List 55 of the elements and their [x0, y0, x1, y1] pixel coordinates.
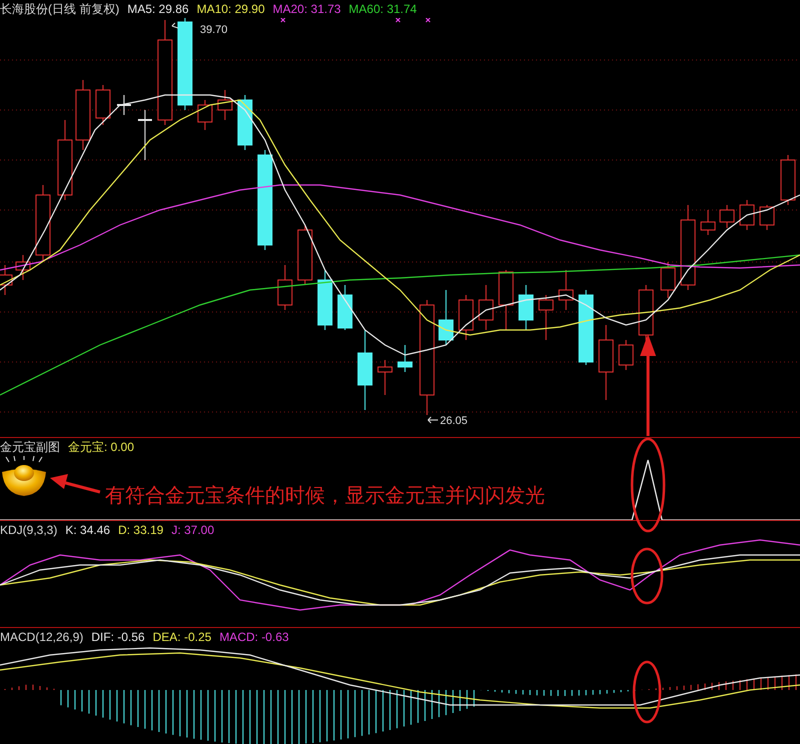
cross-mark-icon	[280, 18, 286, 23]
low-price-label: 26.05	[440, 415, 468, 427]
candlestick	[398, 344, 412, 372]
indicator-value: K: 34.46	[65, 523, 110, 537]
indicator-value: DEA: -0.25	[152, 630, 212, 644]
indicator-value: MA5: 29.86	[127, 2, 189, 16]
panel-title: KDJ(9,3,3)	[0, 523, 58, 537]
candlestick	[138, 110, 152, 160]
candlestick	[720, 204, 734, 228]
cross-mark-icon	[395, 18, 401, 23]
candlestick	[780, 154, 796, 206]
pointer-arrow-icon	[172, 22, 178, 28]
indicator-value: MA10: 29.90	[196, 2, 265, 16]
highlight-ellipse	[632, 660, 662, 724]
candlestick	[518, 284, 534, 330]
indicator-value: D: 33.19	[118, 523, 164, 537]
candlestick	[76, 80, 90, 150]
candlestick	[318, 270, 332, 330]
candlestick	[96, 84, 110, 126]
high-price-label: 39.70	[200, 24, 228, 36]
candlestick	[298, 224, 312, 286]
highlight-ellipse	[630, 548, 664, 604]
indicator-value: J: 37.00	[171, 523, 214, 537]
annotation-text: 有符合金元宝条件的时候，显示金元宝并闪闪发光	[105, 482, 545, 509]
candlestick	[618, 340, 634, 370]
candlestick	[438, 290, 454, 346]
candlestick	[478, 284, 494, 330]
candlestick	[16, 254, 30, 280]
candlestick	[458, 294, 474, 340]
pointer-arrow-icon	[428, 416, 438, 424]
panel-title: MACD(12,26,9)	[0, 630, 84, 644]
candlestick	[238, 94, 252, 150]
candlestick	[338, 284, 352, 330]
left-arrow	[50, 474, 100, 494]
candlestick	[378, 360, 392, 396]
candlestick	[660, 262, 676, 298]
cross-mark-icon	[425, 18, 431, 23]
panel-title: 金元宝副图	[0, 438, 60, 456]
candlestick	[498, 270, 514, 330]
candlestick	[117, 94, 131, 116]
candlestick	[700, 210, 716, 236]
candlestick	[198, 100, 212, 130]
candlestick	[558, 270, 574, 310]
ingot-icon	[0, 456, 48, 498]
candlestick	[538, 294, 554, 340]
candlestick	[760, 204, 774, 230]
indicator-value: MA20: 31.73	[272, 2, 341, 16]
candlestick	[740, 200, 754, 230]
indicator-value: DIF: -0.56	[91, 630, 145, 644]
candlestick	[278, 264, 292, 310]
candlestick	[218, 90, 232, 120]
indicator-value: MACD: -0.63	[219, 630, 289, 644]
stock-title: 长海股份(日线 前复权)	[0, 0, 120, 18]
indicator-value: MA60: 31.74	[348, 2, 417, 16]
indicator-value: 金元宝: 0.00	[68, 438, 134, 456]
